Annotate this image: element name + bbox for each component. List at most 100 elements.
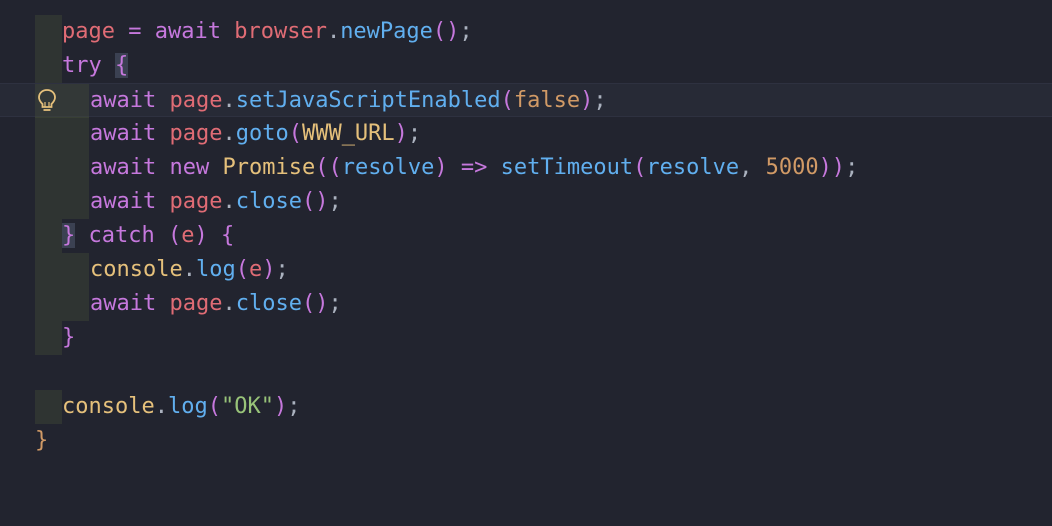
code-token: 5000: [765, 155, 819, 180]
code-token: try: [62, 53, 102, 78]
code-token: await: [90, 88, 157, 113]
code-token: page: [169, 189, 223, 214]
indent-guide: [35, 219, 62, 253]
code-token: }: [35, 428, 49, 453]
indent-guide: [35, 49, 62, 83]
code-token: goto: [235, 121, 289, 146]
code-text: await page.goto(WWW_URL);: [90, 117, 421, 151]
indent-guide: [35, 287, 62, 321]
code-token: =: [114, 19, 155, 44]
code-token: console: [62, 394, 155, 419]
code-line-7[interactable]: } catch (e) {: [0, 219, 1052, 253]
code-text: await new Promise((resolve) => setTimeou…: [90, 151, 858, 185]
code-text: } catch (e) {: [62, 219, 234, 253]
code-token: newPage: [340, 19, 433, 44]
code-line-12[interactable]: console.log("OK");: [0, 390, 1052, 424]
code-text: console.log("OK");: [62, 390, 300, 424]
code-line-1[interactable]: page = await browser.newPage();: [0, 15, 1052, 49]
code-token: (): [432, 19, 460, 44]
code-line-2[interactable]: try {: [0, 49, 1052, 83]
code-token: close: [235, 291, 302, 316]
code-text: await page.close();: [90, 287, 342, 321]
code-token: "OK": [220, 394, 274, 419]
code-token: ,: [739, 155, 766, 180]
code-text: }: [35, 424, 48, 458]
code-token: ): [394, 121, 408, 146]
code-token: ;: [459, 19, 473, 44]
indent-guide: [35, 253, 62, 287]
code-token: }: [62, 325, 76, 350]
code-token: ): [273, 394, 288, 419]
code-line-3-current[interactable]: await page.setJavaScriptEnabled(false);: [0, 83, 1052, 118]
code-token: ;: [328, 291, 342, 316]
code-token: await: [90, 121, 157, 146]
code-token: (: [207, 394, 221, 419]
code-line-6[interactable]: await page.close();: [0, 185, 1052, 219]
code-line-13[interactable]: }: [0, 424, 1052, 458]
code-text: await page.setJavaScriptEnabled(false);: [90, 84, 607, 118]
code-token: {: [220, 223, 235, 248]
code-text: console.log(e);: [90, 253, 289, 287]
code-token: e: [248, 257, 263, 282]
code-token: ;: [593, 88, 607, 113]
indent-guide: [62, 185, 89, 219]
code-line-9[interactable]: await page.close();: [0, 287, 1052, 321]
code-line-5[interactable]: await new Promise((resolve) => setTimeou…: [0, 151, 1052, 185]
code-token: log: [195, 257, 236, 282]
code-token: .: [182, 257, 196, 282]
code-token: page: [169, 291, 223, 316]
code-line-11[interactable]: [0, 355, 1052, 389]
indent-guide: [62, 151, 89, 185]
indent-guide: [35, 321, 62, 355]
code-token: await: [90, 291, 157, 316]
indent-guide: [35, 117, 62, 151]
indent-guide: [35, 185, 62, 219]
code-token: resolve: [341, 155, 435, 180]
code-token: }: [62, 223, 76, 248]
code-token: ): [194, 223, 208, 248]
code-token: .: [222, 189, 236, 214]
code-token: e: [181, 223, 195, 248]
indent-guide: [62, 117, 89, 151]
code-token: .: [154, 394, 168, 419]
code-token: ;: [275, 257, 289, 282]
code-line-4[interactable]: await page.goto(WWW_URL);: [0, 117, 1052, 151]
code-token: await: [90, 189, 157, 214]
code-token: ): [434, 155, 448, 180]
code-token: (: [235, 257, 249, 282]
code-token: ;: [328, 189, 342, 214]
code-token: )): [818, 155, 846, 180]
code-text: await page.close();: [90, 185, 342, 219]
indent-guide: [35, 151, 62, 185]
code-token: WWW_URL: [301, 121, 395, 146]
indent-guide: [35, 15, 62, 49]
code-token: ;: [845, 155, 859, 180]
code-token: (: [500, 88, 514, 113]
code-editor[interactable]: page = await browser.newPage(); try { aw…: [0, 0, 1052, 467]
code-token: await: [90, 155, 157, 180]
code-token: page: [62, 19, 115, 44]
code-token: catch: [88, 223, 155, 248]
code-line-10[interactable]: }: [0, 321, 1052, 355]
code-token: (): [301, 189, 329, 214]
code-token: .: [222, 121, 236, 146]
code-token: resolve: [646, 155, 740, 180]
code-line-8[interactable]: console.log(e);: [0, 253, 1052, 287]
code-token: (): [301, 291, 329, 316]
code-token: (: [167, 223, 182, 248]
code-token: setTimeout: [500, 155, 634, 180]
code-token: .: [222, 88, 236, 113]
code-text: }: [62, 321, 75, 355]
code-token: page: [169, 121, 223, 146]
code-token: close: [235, 189, 302, 214]
indent-guide: [35, 390, 62, 424]
code-token: Promise: [222, 155, 316, 180]
code-text: page = await browser.newPage();: [62, 15, 473, 49]
lightbulb-icon[interactable]: [36, 88, 58, 114]
